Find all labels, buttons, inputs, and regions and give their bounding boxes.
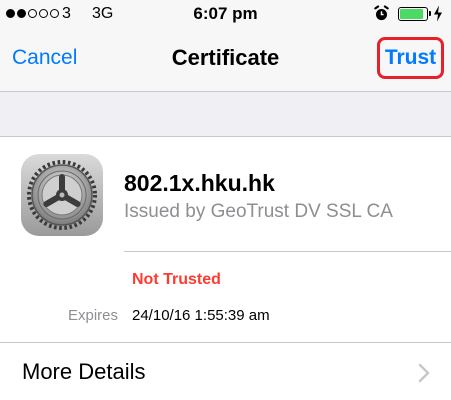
battery-icon bbox=[398, 7, 431, 21]
navigation-bar: Cancel Certificate Trust bbox=[0, 28, 451, 92]
section-spacer bbox=[0, 92, 451, 137]
charging-bolt-icon bbox=[433, 5, 443, 27]
status-bar: 3 3G 6:07 pm bbox=[0, 0, 451, 28]
gear-icon bbox=[21, 154, 103, 236]
trust-button-label: Trust bbox=[384, 46, 437, 69]
trust-button[interactable]: Trust bbox=[377, 37, 444, 79]
certificate-name: 802.1x.hku.hk bbox=[124, 170, 275, 196]
certificate-issuer: Issued by GeoTrust DV SSL CA bbox=[124, 201, 393, 222]
trust-status: Not Trusted bbox=[132, 271, 221, 288]
battery-level bbox=[400, 9, 424, 19]
expires-value: 24/10/16 1:55:39 am bbox=[132, 307, 270, 324]
expires-label: Expires bbox=[67, 307, 118, 324]
divider bbox=[124, 251, 451, 252]
chevron-right-icon bbox=[418, 363, 430, 388]
more-details-row[interactable]: More Details bbox=[0, 343, 451, 400]
more-details-label: More Details bbox=[22, 359, 146, 384]
alarm-icon bbox=[373, 5, 390, 27]
